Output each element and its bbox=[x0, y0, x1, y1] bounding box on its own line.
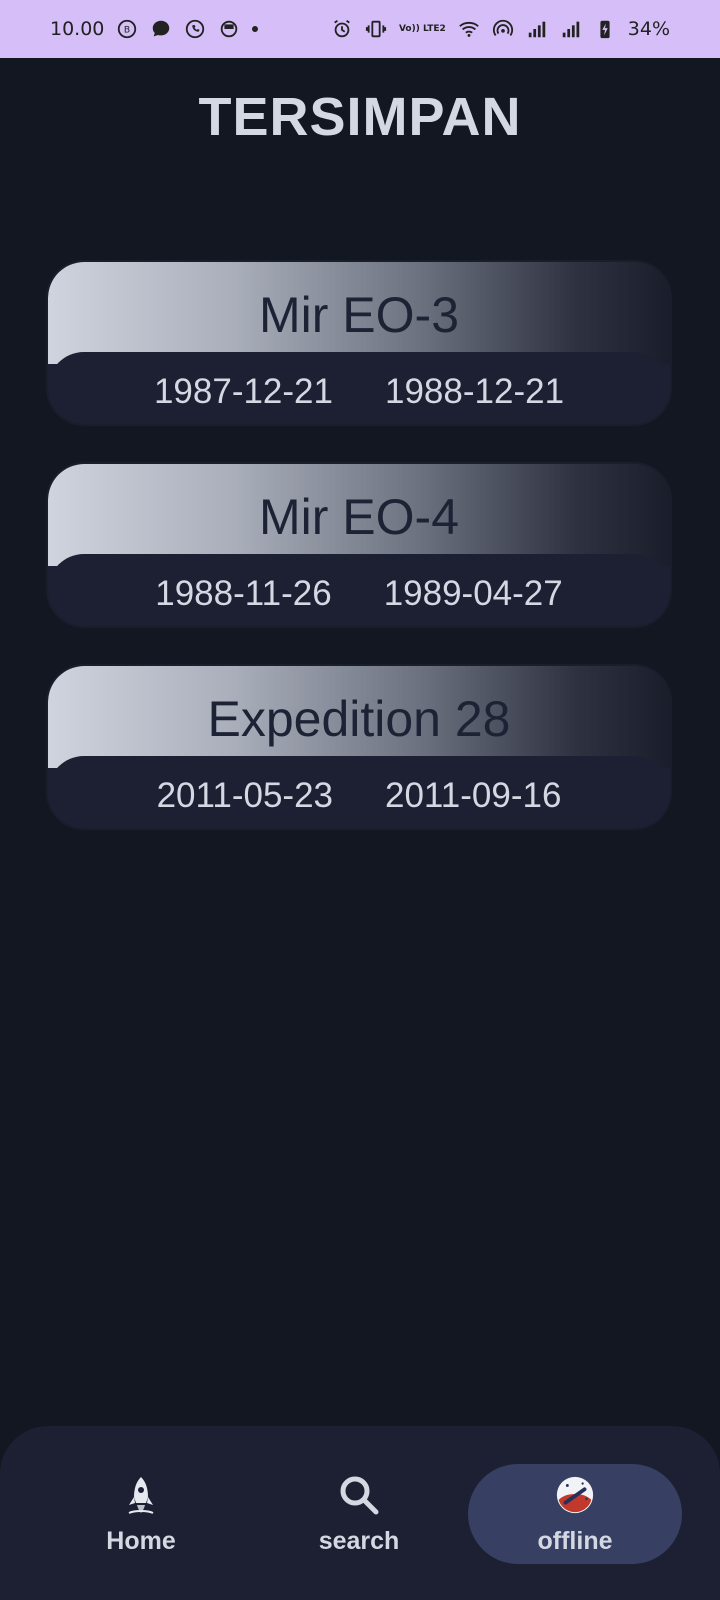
card-dates: 1987-12-21 1988-12-21 bbox=[48, 372, 670, 412]
card-title: Mir EO-4 bbox=[259, 489, 459, 545]
hotspot-icon bbox=[492, 18, 514, 40]
card-end-date: 2011-09-16 bbox=[385, 776, 562, 815]
nav-offline[interactable]: offline bbox=[468, 1464, 682, 1564]
card-end-date: 1988-12-21 bbox=[385, 372, 565, 411]
saved-card[interactable]: Expedition 28 2011-05-23 2011-09-16 bbox=[48, 666, 670, 828]
circle-app-icon bbox=[218, 18, 240, 40]
dot-icon bbox=[252, 26, 259, 32]
status-bar-left: 10.00 B bbox=[50, 18, 259, 40]
nav-home-label: Home bbox=[106, 1526, 176, 1555]
network-badge: Vo)) LTE2 bbox=[398, 23, 446, 34]
chat-bubble-icon bbox=[150, 18, 172, 40]
rocket-icon bbox=[119, 1473, 163, 1517]
svg-text:B: B bbox=[124, 25, 130, 36]
nav-offline-label: offline bbox=[537, 1526, 613, 1555]
nav-search[interactable]: search bbox=[252, 1464, 466, 1564]
status-bar: 10.00 B Vo)) LTE2 34% bbox=[0, 0, 720, 58]
card-dates: 2011-05-23 2011-09-16 bbox=[48, 776, 670, 816]
space-badge-icon bbox=[553, 1473, 597, 1517]
search-icon bbox=[337, 1473, 381, 1517]
battery-charging-icon bbox=[594, 18, 616, 40]
card-dates: 1988-11-26 1989-04-27 bbox=[48, 574, 670, 614]
bottom-navigation: Home search offline bbox=[0, 1426, 720, 1600]
signal-icon bbox=[526, 18, 548, 40]
status-bar-right: Vo)) LTE2 34% bbox=[331, 18, 670, 40]
card-start-date: 1987-12-21 bbox=[153, 372, 333, 411]
card-end-date: 1989-04-27 bbox=[383, 574, 563, 613]
nav-home[interactable]: Home bbox=[34, 1464, 248, 1564]
card-title: Mir EO-3 bbox=[259, 287, 459, 343]
card-start-date: 2011-05-23 bbox=[156, 776, 333, 815]
saved-list: Mir EO-3 1987-12-21 1988-12-21 Mir EO-4 … bbox=[48, 262, 670, 868]
saved-card[interactable]: Mir EO-3 1987-12-21 1988-12-21 bbox=[48, 262, 670, 424]
page-title: TERSIMPAN bbox=[198, 87, 522, 147]
alarm-icon bbox=[331, 18, 353, 40]
status-time: 10.00 bbox=[50, 18, 105, 40]
wifi-icon bbox=[458, 18, 480, 40]
signal-icon bbox=[560, 18, 582, 40]
b-badge-icon: B bbox=[116, 18, 138, 40]
card-start-date: 1988-11-26 bbox=[155, 574, 332, 613]
battery-percent: 34% bbox=[627, 18, 670, 40]
saved-card[interactable]: Mir EO-4 1988-11-26 1989-04-27 bbox=[48, 464, 670, 626]
vibrate-icon bbox=[365, 18, 387, 40]
nav-search-label: search bbox=[318, 1526, 400, 1555]
card-title: Expedition 28 bbox=[207, 691, 511, 747]
whatsapp-icon bbox=[184, 18, 206, 40]
